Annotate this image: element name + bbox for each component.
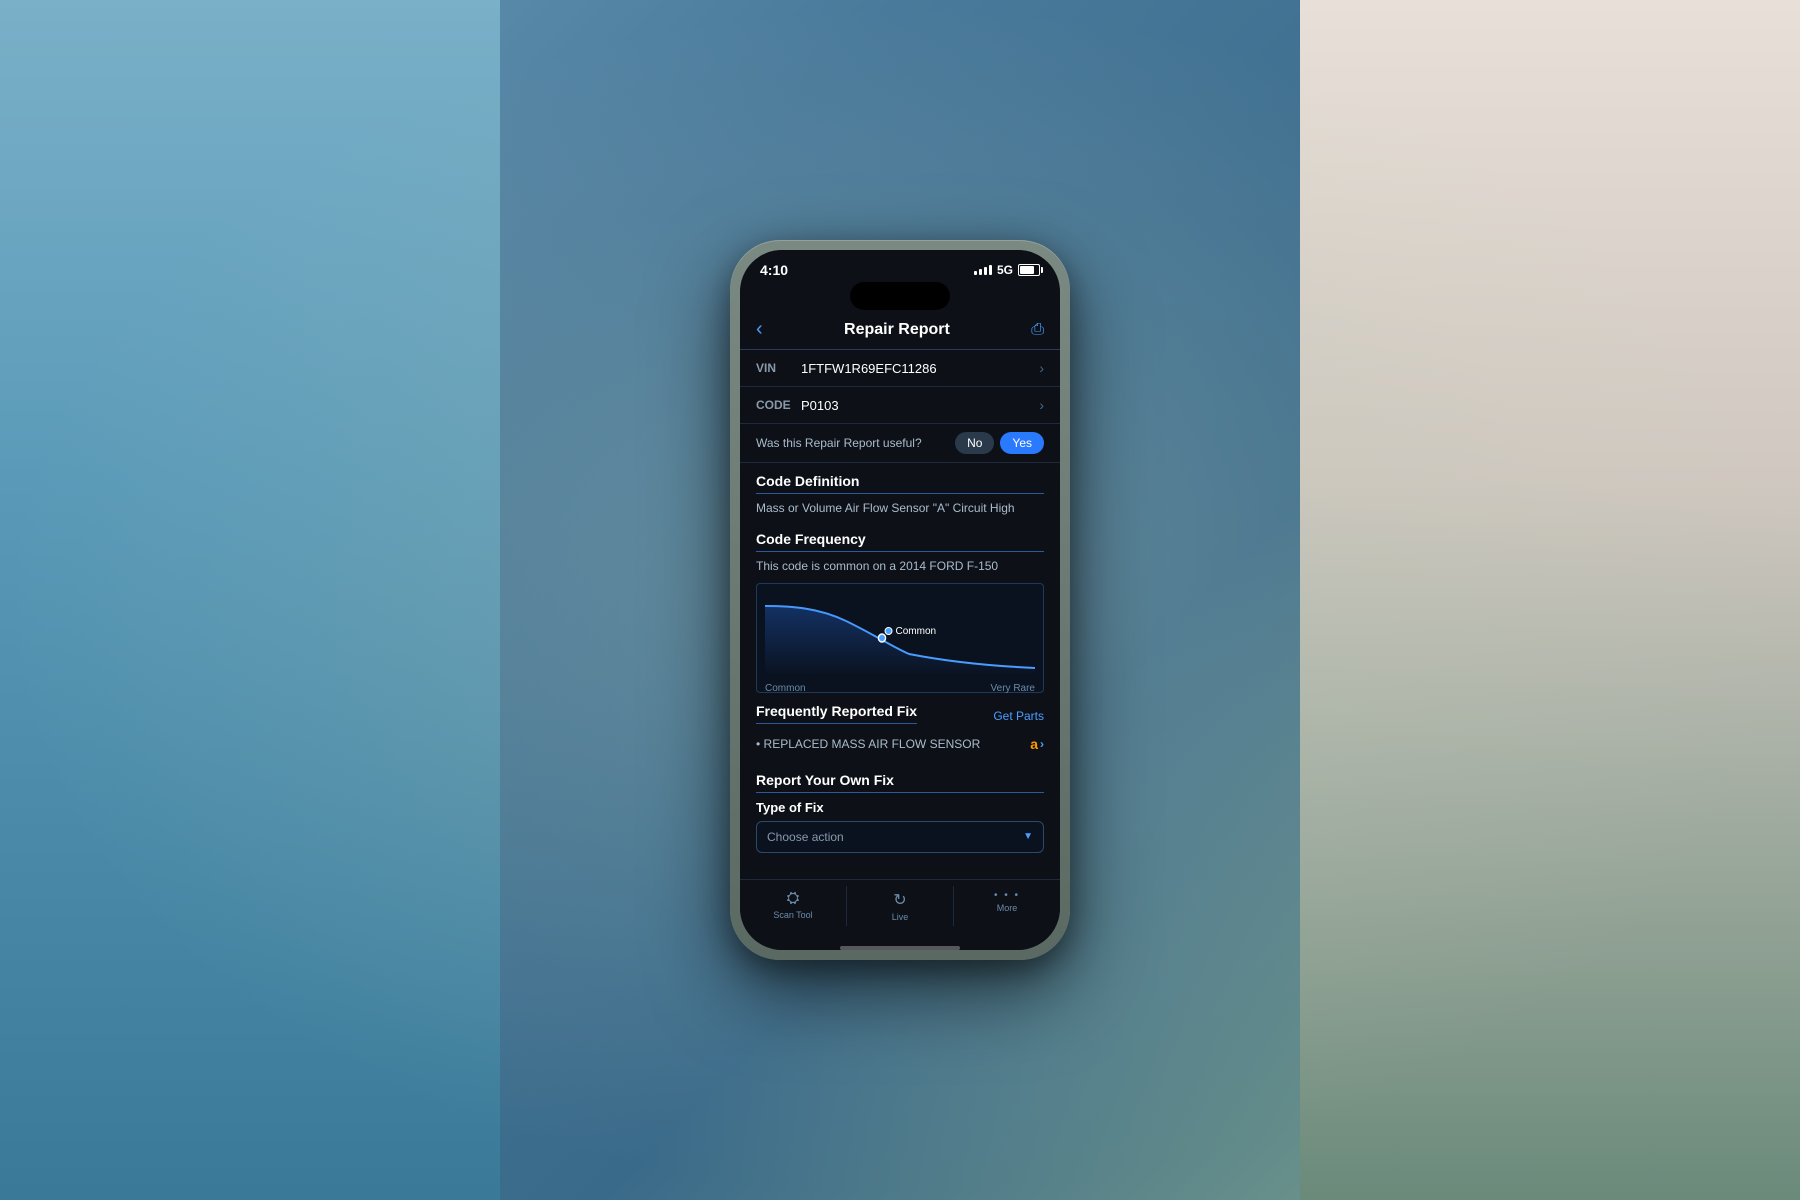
code-label: CODE xyxy=(756,398,801,412)
5g-label: 5G xyxy=(997,263,1013,277)
phone-case: 4:10 5G xyxy=(730,240,1070,960)
useful-buttons: No Yes xyxy=(955,432,1044,454)
no-button[interactable]: No xyxy=(955,432,994,454)
scan-tool-icon: ⛭ xyxy=(787,890,800,908)
dynamic-island xyxy=(850,282,950,310)
fix-header: Frequently Reported Fix Get Parts xyxy=(756,703,1044,730)
report-own-fix-section: Report Your Own Fix Type of Fix Choose a… xyxy=(740,762,1060,857)
chart-common-label: Common xyxy=(896,626,937,637)
signal-bar-2 xyxy=(979,269,982,275)
signal-bar-3 xyxy=(984,267,987,275)
code-value: P0103 xyxy=(801,398,1039,413)
useful-bar: Was this Repair Report useful? No Yes xyxy=(740,424,1060,463)
amazon-arrow-icon: › xyxy=(1040,737,1044,751)
nav-item-more[interactable]: • • • More xyxy=(953,886,1060,926)
scene: 4:10 5G xyxy=(0,0,1800,1200)
status-icons: 5G xyxy=(974,263,1040,277)
vin-field-row[interactable]: VIN 1FTFW1R69EFC11286 › xyxy=(740,350,1060,387)
battery-fill xyxy=(1020,266,1034,274)
frequently-reported-fix-section: Frequently Reported Fix Get Parts • REPL… xyxy=(740,693,1060,762)
phone-screen: 4:10 5G xyxy=(740,250,1060,950)
status-bar: 4:10 5G xyxy=(740,250,1060,282)
vin-chevron-icon: › xyxy=(1039,360,1044,376)
chart-axis-labels: Common Very Rare xyxy=(765,683,1035,694)
get-parts-link[interactable]: Get Parts xyxy=(993,709,1044,723)
chart-label-rare: Very Rare xyxy=(991,683,1035,694)
code-chevron-icon: › xyxy=(1039,397,1044,413)
vin-value: 1FTFW1R69EFC11286 xyxy=(801,361,1039,376)
yes-button[interactable]: Yes xyxy=(1000,432,1044,454)
report-own-fix-title: Report Your Own Fix xyxy=(756,772,1044,793)
dropdown-arrow-icon: ▼ xyxy=(1023,831,1033,842)
frequency-chart: Common Common Very Rare xyxy=(756,583,1044,693)
dot-indicator xyxy=(885,627,893,635)
vin-label: VIN xyxy=(756,361,801,375)
phone-inner: 4:10 5G xyxy=(740,250,1060,950)
code-definition-section: Code Definition Mass or Volume Air Flow … xyxy=(740,463,1060,521)
nav-item-scan-tool[interactable]: ⛭ Scan Tool xyxy=(740,886,846,926)
signal-bar-1 xyxy=(974,271,977,275)
amazon-button[interactable]: a › xyxy=(1030,736,1044,752)
status-time: 4:10 xyxy=(760,262,788,278)
more-label: More xyxy=(997,903,1018,913)
code-frequency-description: This code is common on a 2014 FORD F-150 xyxy=(756,558,1044,575)
code-definition-title: Code Definition xyxy=(756,473,1044,494)
chart-dot-label: Common xyxy=(885,626,937,637)
live-icon: ↻ xyxy=(893,890,906,910)
home-indicator xyxy=(840,946,960,950)
back-button[interactable]: ‹ xyxy=(756,318,763,341)
bottom-nav: ⛭ Scan Tool ↻ Live • • • More xyxy=(740,879,1060,942)
useful-question: Was this Repair Report useful? xyxy=(756,436,922,450)
signal-bar-4 xyxy=(989,265,992,275)
type-of-fix-label: Type of Fix xyxy=(756,799,1044,817)
content-spacer xyxy=(740,857,1060,879)
signal-bars xyxy=(974,265,992,275)
page-title: Repair Report xyxy=(844,321,950,339)
share-button[interactable]: ⎙ xyxy=(1031,321,1044,339)
nav-header: ‹ Repair Report ⎙ xyxy=(740,310,1060,350)
code-field-row[interactable]: CODE P0103 › xyxy=(740,387,1060,424)
scan-tool-label: Scan Tool xyxy=(773,910,812,920)
code-frequency-section: Code Frequency This code is common on a … xyxy=(740,521,1060,579)
more-icon: • • • xyxy=(994,890,1020,901)
amazon-icon: a xyxy=(1030,736,1038,752)
fix-title: Frequently Reported Fix xyxy=(756,703,917,724)
chart-label-common: Common xyxy=(765,683,806,694)
nav-item-live[interactable]: ↻ Live xyxy=(846,886,953,926)
fix-item: • REPLACED MASS AIR FLOW SENSOR a › xyxy=(756,730,1044,758)
type-of-fix-dropdown[interactable]: Choose action ▼ xyxy=(756,821,1044,853)
battery-icon xyxy=(1018,264,1040,276)
code-definition-text: Mass or Volume Air Flow Sensor "A" Circu… xyxy=(756,500,1044,517)
dropdown-placeholder: Choose action xyxy=(767,830,844,844)
live-label: Live xyxy=(892,912,909,922)
code-frequency-title: Code Frequency xyxy=(756,531,1044,552)
fix-item-text: • REPLACED MASS AIR FLOW SENSOR xyxy=(756,737,980,751)
